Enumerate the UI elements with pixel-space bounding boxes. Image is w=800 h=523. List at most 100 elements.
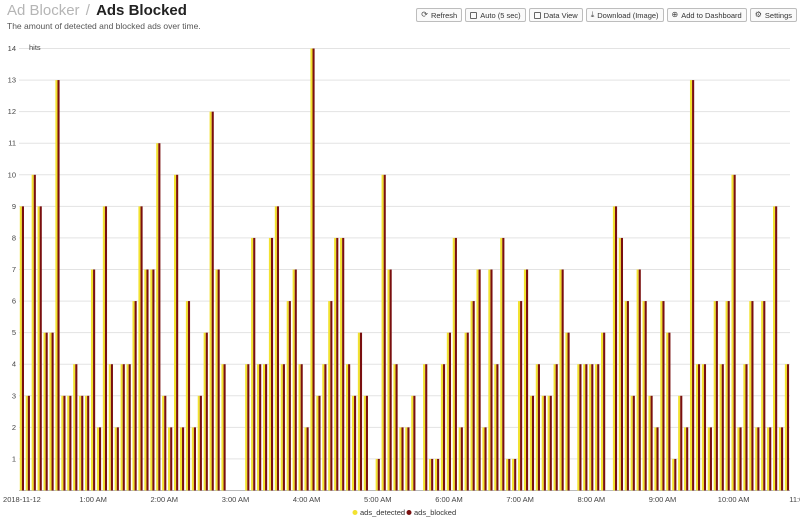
bar-ads_blocked[interactable] — [739, 427, 742, 491]
bar-ads_detected[interactable] — [96, 427, 99, 491]
bar-ads_detected[interactable] — [197, 395, 200, 491]
bar-ads_detected[interactable] — [423, 364, 426, 491]
bar-ads_detected[interactable] — [737, 427, 740, 491]
bar-ads_detected[interactable] — [31, 174, 34, 491]
bar-ads_blocked[interactable] — [644, 301, 647, 491]
bar-ads_blocked[interactable] — [377, 458, 380, 491]
bar-ads_blocked[interactable] — [514, 458, 517, 491]
bar-ads_blocked[interactable] — [721, 364, 724, 491]
bar-ads_detected[interactable] — [340, 237, 343, 491]
bar-ads_detected[interactable] — [162, 395, 165, 491]
bar-ads_detected[interactable] — [517, 301, 521, 491]
bar-ads_blocked[interactable] — [128, 364, 131, 491]
bar-ads_detected[interactable] — [90, 269, 94, 491]
bar-ads_blocked[interactable] — [751, 301, 754, 491]
bar-ads_detected[interactable] — [654, 427, 657, 491]
bar-ads_blocked[interactable] — [359, 332, 363, 491]
bar-ads_detected[interactable] — [707, 427, 710, 491]
bar-ads_detected[interactable] — [601, 332, 604, 491]
bar-ads_detected[interactable] — [310, 48, 313, 491]
bar-ads_blocked[interactable] — [294, 269, 297, 491]
bar-ads_detected[interactable] — [73, 364, 76, 491]
bar-ads_detected[interactable] — [268, 237, 271, 491]
bar-ads_detected[interactable] — [61, 395, 64, 491]
bar-ads_detected[interactable] — [191, 427, 194, 491]
bar-ads_blocked[interactable] — [763, 301, 766, 491]
bar-ads_detected[interactable] — [174, 174, 177, 491]
bar-ads_blocked[interactable] — [413, 395, 416, 491]
bar-ads_detected[interactable] — [713, 301, 716, 491]
bar-ads_detected[interactable] — [684, 427, 687, 491]
bar-ads_blocked[interactable] — [769, 427, 772, 491]
bar-ads_blocked[interactable] — [395, 364, 398, 491]
bar-ads_blocked[interactable] — [632, 395, 635, 491]
bar-ads_detected[interactable] — [168, 427, 171, 491]
bar-ads_blocked[interactable] — [680, 395, 683, 491]
bar-ads_detected[interactable] — [476, 269, 479, 491]
bar-ads_detected[interactable] — [108, 364, 111, 491]
bar-ads_blocked[interactable] — [140, 206, 143, 491]
bar-ads_blocked[interactable] — [336, 237, 339, 491]
bar-ads_detected[interactable] — [138, 206, 141, 491]
bar-ads_detected[interactable] — [767, 427, 770, 491]
bar-ads_detected[interactable] — [452, 237, 455, 491]
bar-ads_blocked[interactable] — [21, 206, 24, 491]
bar-ads_blocked[interactable] — [543, 395, 546, 491]
bar-ads_detected[interactable] — [221, 364, 224, 491]
bar-ads_blocked[interactable] — [253, 237, 256, 491]
bar-ads_blocked[interactable] — [383, 174, 386, 491]
bar-ads_detected[interactable] — [642, 301, 645, 491]
bar-ads_blocked[interactable] — [389, 269, 392, 491]
bar-ads_blocked[interactable] — [460, 427, 463, 491]
bar-ads_blocked[interactable] — [348, 364, 351, 491]
bar-ads_blocked[interactable] — [187, 301, 191, 491]
bar-ads_detected[interactable] — [114, 427, 117, 491]
bar-ads_detected[interactable] — [393, 364, 396, 491]
bar-ads_blocked[interactable] — [692, 80, 695, 491]
bar-ads_blocked[interactable] — [442, 364, 446, 491]
bar-ads_blocked[interactable] — [365, 395, 368, 491]
bar-ads_blocked[interactable] — [484, 427, 487, 491]
bar-ads_detected[interactable] — [334, 237, 337, 491]
bar-ads_blocked[interactable] — [223, 364, 226, 491]
bar-ads_blocked[interactable] — [182, 427, 185, 491]
bar-ads_detected[interactable] — [434, 458, 438, 491]
bar-ads_blocked[interactable] — [520, 301, 523, 491]
bar-ads_detected[interactable] — [695, 364, 699, 491]
bar-ads_blocked[interactable] — [597, 364, 600, 491]
bar-ads_blocked[interactable] — [407, 427, 410, 491]
bar-ads_detected[interactable] — [547, 395, 550, 491]
legend-item-ads-detected[interactable]: ads_detected — [352, 508, 406, 517]
bar-ads_blocked[interactable] — [579, 364, 582, 491]
bar-ads_detected[interactable] — [666, 332, 669, 491]
bar-ads_blocked[interactable] — [354, 395, 357, 491]
bar-ads_blocked[interactable] — [745, 364, 748, 491]
bar-ads_detected[interactable] — [405, 427, 408, 491]
bar-ads_detected[interactable] — [612, 206, 615, 491]
bar-ads_blocked[interactable] — [478, 269, 481, 491]
bar-ads_blocked[interactable] — [620, 237, 624, 491]
bar-ads_blocked[interactable] — [282, 364, 285, 491]
bar-ads_detected[interactable] — [304, 427, 307, 491]
bar-ads_blocked[interactable] — [110, 364, 113, 491]
bar-ads_blocked[interactable] — [39, 206, 42, 491]
bar-ads_detected[interactable] — [565, 332, 568, 491]
bar-ads_blocked[interactable] — [199, 395, 202, 491]
bar-ads_detected[interactable] — [156, 143, 159, 491]
bar-ads_detected[interactable] — [523, 269, 527, 491]
bar-ads_detected[interactable] — [648, 395, 651, 491]
bar-ads_blocked[interactable] — [603, 332, 606, 491]
bar-ads_blocked[interactable] — [211, 111, 214, 491]
bar-ads_detected[interactable] — [541, 395, 544, 491]
bar-ads_detected[interactable] — [482, 427, 485, 491]
legend-item-ads-blocked[interactable]: ads_blocked — [406, 508, 457, 517]
bar-ads_blocked[interactable] — [324, 364, 327, 491]
bar-ads_blocked[interactable] — [152, 269, 155, 491]
bar-ads_blocked[interactable] — [656, 427, 659, 491]
bar-ads_blocked[interactable] — [99, 427, 102, 491]
bar-ads_detected[interactable] — [458, 427, 461, 491]
bar-ads_blocked[interactable] — [502, 237, 505, 491]
bar-ads_detected[interactable] — [262, 364, 266, 491]
bar-ads_detected[interactable] — [701, 364, 704, 491]
bar-ads_blocked[interactable] — [217, 269, 220, 491]
